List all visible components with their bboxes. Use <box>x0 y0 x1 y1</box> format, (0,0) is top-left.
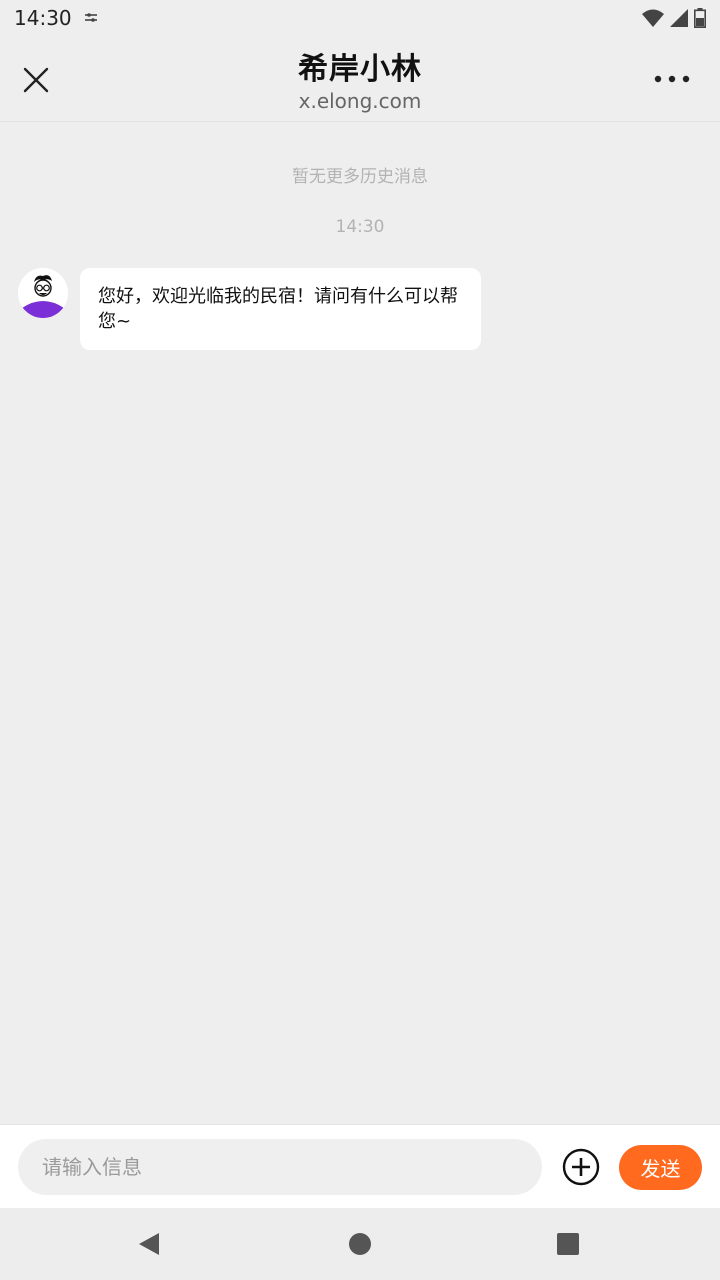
message-input[interactable] <box>18 1139 542 1195</box>
attach-button[interactable] <box>562 1148 600 1186</box>
history-note: 暂无更多历史消息 <box>292 167 428 187</box>
message-row: 您好，欢迎光临我的民宿！请问有什么可以帮您~ <box>18 268 481 350</box>
page-subtitle: x.elong.com <box>298 89 422 113</box>
status-time: 14:30 <box>14 6 72 30</box>
recents-icon[interactable] <box>556 1232 580 1256</box>
navigation-bar <box>0 1208 720 1280</box>
battery-icon <box>694 8 706 28</box>
chat-timestamp: 14:30 <box>335 217 385 237</box>
message-bubble: 您好，欢迎光临我的民宿！请问有什么可以帮您~ <box>80 268 481 350</box>
avatar-person-icon <box>18 268 68 318</box>
more-icon <box>654 75 690 83</box>
avatar[interactable] <box>18 268 68 318</box>
header: 希岸小林 x.elong.com <box>0 36 720 122</box>
page-title: 希岸小林 <box>298 52 422 87</box>
plus-circle-icon <box>562 1148 600 1186</box>
send-button[interactable]: 发送 <box>619 1145 702 1190</box>
sim-settings-icon <box>84 13 97 22</box>
more-button[interactable] <box>652 64 692 94</box>
wifi-icon <box>642 9 664 27</box>
back-icon[interactable] <box>137 1232 161 1256</box>
home-icon[interactable] <box>348 1232 372 1256</box>
signal-icon <box>670 9 688 27</box>
input-bar: 发送 <box>0 1124 720 1208</box>
status-bar: 14:30 <box>0 0 720 36</box>
